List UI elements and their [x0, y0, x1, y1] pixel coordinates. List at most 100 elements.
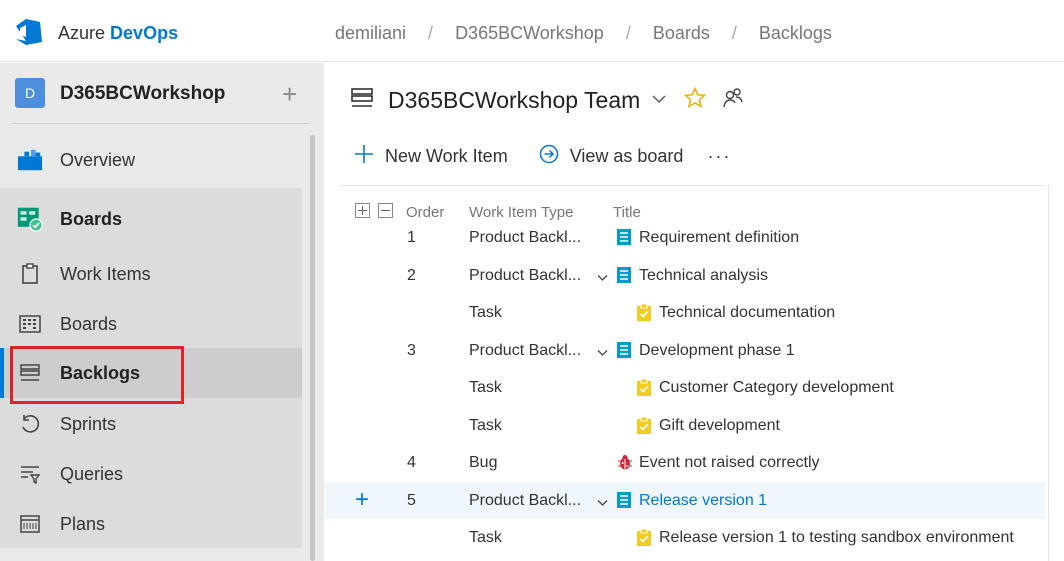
work-item-type-cell: Product Backl... [469, 267, 582, 284]
azure-devops-logo-icon[interactable] [14, 17, 44, 47]
work-item-type-cell: Product Backl... [469, 492, 582, 509]
divider [1048, 185, 1049, 561]
breadcrumb-boards[interactable]: Boards [653, 23, 710, 44]
work-item-type-cell: Task [469, 304, 502, 321]
table-row[interactable]: Task Customer Category development [325, 369, 1045, 406]
work-item-title-link[interactable]: Customer Category development [659, 379, 894, 397]
top-bar: Azure DevOps demiliani / D365BCWorkshop … [0, 0, 1064, 62]
work-item-type-cell: Task [469, 529, 502, 546]
sidebar-item-work-items[interactable]: Work Items [0, 249, 302, 299]
table-row[interactable]: 3 Product Backl... Development phase 1 [325, 332, 1045, 369]
bug-icon [617, 454, 632, 470]
sidebar-item-plans[interactable]: Plans [0, 499, 302, 549]
main-content: D365BCWorkshop Team New Work Item View a… [325, 63, 1064, 561]
work-item-title-link[interactable]: Release version 1 [639, 492, 767, 510]
work-item-title-link[interactable]: Gift development [659, 417, 780, 435]
task-icon [637, 378, 651, 396]
work-item-type-cell: Task [469, 379, 502, 396]
breadcrumb-separator: / [731, 23, 737, 43]
task-icon [637, 528, 651, 546]
chevron-down-icon[interactable] [597, 494, 608, 512]
work-item-title-link[interactable]: Development phase 1 [639, 342, 795, 360]
team-name[interactable]: D365BCWorkshop Team [388, 87, 640, 114]
work-item-type-cell: Task [469, 417, 502, 434]
sidebar-item-label: Overview [60, 149, 136, 170]
work-items-icon [17, 261, 43, 287]
boards-icon [17, 311, 43, 337]
work-item-title-link[interactable]: Release version 1 to testing sandbox env… [659, 529, 1014, 547]
product-backlog-item-icon [617, 492, 631, 508]
collapse-all-icon[interactable] [378, 203, 393, 218]
sidebar-item-boards[interactable]: Boards [0, 299, 302, 349]
chevron-down-icon[interactable] [597, 269, 608, 287]
table-row[interactable]: 2 Product Backl... Technical analysis [325, 257, 1045, 294]
breadcrumb: demiliani / D365BCWorkshop / Boards / Ba… [335, 23, 832, 44]
breadcrumb-separator: / [625, 23, 631, 43]
more-actions-button[interactable]: ··· [707, 146, 731, 167]
team-header: D365BCWorkshop Team [350, 85, 744, 115]
brand-name[interactable]: Azure DevOps [58, 23, 178, 44]
project-avatar: D [15, 78, 45, 108]
boards-hub-icon [17, 206, 43, 232]
plus-icon [353, 143, 375, 170]
table-row[interactable]: Task Gift development [325, 407, 1045, 444]
sidebar-item-label: Boards [60, 208, 123, 229]
new-work-item-button[interactable]: New Work Item [353, 143, 508, 170]
breadcrumb-backlogs[interactable]: Backlogs [759, 23, 832, 44]
team-members-icon[interactable] [722, 87, 744, 114]
order-cell: 2 [407, 267, 416, 284]
task-icon [637, 303, 651, 321]
breadcrumb-project[interactable]: D365BCWorkshop [455, 23, 604, 44]
annotation-highlight-box [10, 346, 184, 404]
work-item-title-link[interactable]: Technical documentation [659, 304, 835, 322]
breadcrumb-org[interactable]: demiliani [335, 23, 406, 44]
toolbar: New Work Item View as board ··· [353, 143, 731, 169]
chevron-down-icon[interactable] [652, 91, 666, 109]
work-item-title-link[interactable]: Requirement definition [639, 229, 799, 247]
sidebar-item-boards-hub[interactable]: Boards [0, 194, 302, 244]
table-row[interactable]: 4 Bug Event not raised correctly [325, 444, 1045, 481]
table-row[interactable]: Task Technical documentation [325, 294, 1045, 331]
sidebar-item-label: Boards [60, 313, 118, 334]
sidebar-item-label: Sprints [60, 413, 117, 434]
favorite-star-icon[interactable] [683, 86, 707, 114]
breadcrumb-separator: / [428, 23, 434, 43]
project-name: D365BCWorkshop [60, 83, 226, 104]
sidebar-item-label: Queries [60, 463, 124, 484]
chevron-down-icon[interactable] [597, 344, 608, 362]
work-item-title-link[interactable]: Event not raised correctly [639, 454, 820, 472]
divider [12, 123, 310, 124]
add-child-icon[interactable]: + [355, 486, 369, 514]
sidebar-item-label: Work Items [60, 263, 151, 284]
work-item-type-cell: Bug [469, 454, 498, 471]
sprints-icon [17, 411, 43, 437]
order-cell: 3 [407, 342, 416, 359]
work-item-type-cell: Product Backl... [469, 229, 582, 246]
task-icon [637, 416, 651, 434]
work-item-title-link[interactable]: Technical analysis [639, 267, 768, 285]
table-row[interactable]: Task Release version 1 to testing sandbox… [325, 519, 1045, 556]
project-header[interactable]: D D365BCWorkshop + [0, 63, 324, 123]
plans-icon [17, 511, 43, 537]
add-icon[interactable]: + [282, 79, 297, 110]
order-cell: 5 [407, 492, 416, 509]
expand-all-icon[interactable] [355, 203, 370, 218]
view-as-board-button[interactable]: View as board [538, 143, 684, 170]
sidebar-item-queries[interactable]: Queries [0, 449, 302, 499]
queries-icon [17, 461, 43, 487]
button-label: View as board [569, 145, 684, 166]
arrow-circle-right-icon [538, 143, 560, 170]
table-row[interactable]: +5 Product Backl... Release version 1 [325, 482, 1045, 519]
product-backlog-item-icon [617, 342, 631, 358]
order-cell: 4 [407, 454, 416, 471]
button-label: New Work Item [385, 145, 508, 166]
sidebar: D D365BCWorkshop + Overview Boards Work … [0, 63, 324, 561]
sidebar-scrollbar[interactable] [310, 135, 315, 561]
active-indicator [0, 348, 4, 398]
sidebar-item-overview[interactable]: Overview [0, 135, 302, 185]
table-row[interactable]: 1 Product Backl... Requirement definition [325, 219, 1045, 256]
sidebar-item-sprints[interactable]: Sprints [0, 399, 302, 449]
order-cell: 1 [407, 229, 416, 246]
product-backlog-item-icon [617, 229, 631, 245]
product-backlog-item-icon [617, 267, 631, 283]
